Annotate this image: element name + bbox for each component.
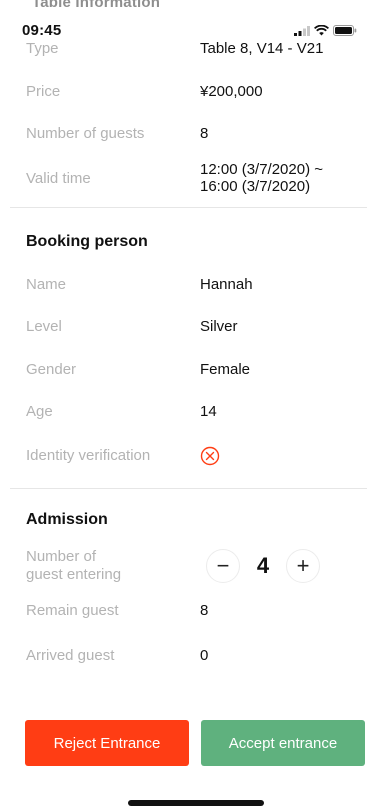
accept-entrance-button[interactable]: Accept entrance xyxy=(201,720,365,766)
guest-entering-stepper: − 4 + xyxy=(206,549,320,583)
booking-person-title: Booking person xyxy=(26,233,148,250)
valid-time-value-line1: 12:00 (3/7/2020) ~ xyxy=(200,161,324,178)
remain-guest-label: Remain guest xyxy=(26,602,119,619)
home-indicator xyxy=(128,800,264,806)
increment-button[interactable]: + xyxy=(286,549,320,583)
reject-entrance-button[interactable]: Reject Entrance xyxy=(25,720,189,766)
status-bar: Table Information 09:45 xyxy=(0,0,367,40)
x-circle-icon xyxy=(200,446,220,466)
divider xyxy=(10,488,367,489)
wifi-icon xyxy=(314,25,329,36)
remain-guest-value: 8 xyxy=(200,602,209,619)
price-value: ¥200,000 xyxy=(200,83,263,100)
identity-label: Identity verification xyxy=(26,447,151,464)
battery-icon xyxy=(333,25,357,36)
valid-time-label: Valid time xyxy=(26,170,91,187)
guests-value: 8 xyxy=(200,125,209,142)
status-icons xyxy=(294,25,357,36)
guests-label: Number of guests xyxy=(26,125,145,142)
scrolled-section-header: Table Information xyxy=(32,0,161,11)
gender-value: Female xyxy=(200,361,251,378)
divider xyxy=(10,207,367,208)
gender-label: Gender xyxy=(26,361,77,378)
type-value: Table 8, V14 - V21 xyxy=(200,40,324,57)
arrived-guest-label: Arrived guest xyxy=(26,647,115,664)
age-value: 14 xyxy=(200,403,217,420)
price-label: Price xyxy=(26,83,61,100)
name-value: Hannah xyxy=(200,276,253,293)
level-label: Level xyxy=(26,318,62,335)
arrived-guest-value: 0 xyxy=(200,647,209,664)
entering-label-line1: Number of xyxy=(26,548,97,565)
entering-count: 4 xyxy=(256,553,270,578)
age-label: Age xyxy=(26,403,53,420)
name-label: Name xyxy=(26,276,67,293)
signal-icon xyxy=(294,25,310,36)
entering-label-line2: guest entering xyxy=(26,566,122,583)
type-label: Type xyxy=(26,40,59,57)
valid-time-value-line2: 16:00 (3/7/2020) xyxy=(200,178,311,195)
admission-title: Admission xyxy=(26,511,108,528)
level-value: Silver xyxy=(200,318,238,335)
status-time: 09:45 xyxy=(22,22,62,39)
decrement-button[interactable]: − xyxy=(206,549,240,583)
